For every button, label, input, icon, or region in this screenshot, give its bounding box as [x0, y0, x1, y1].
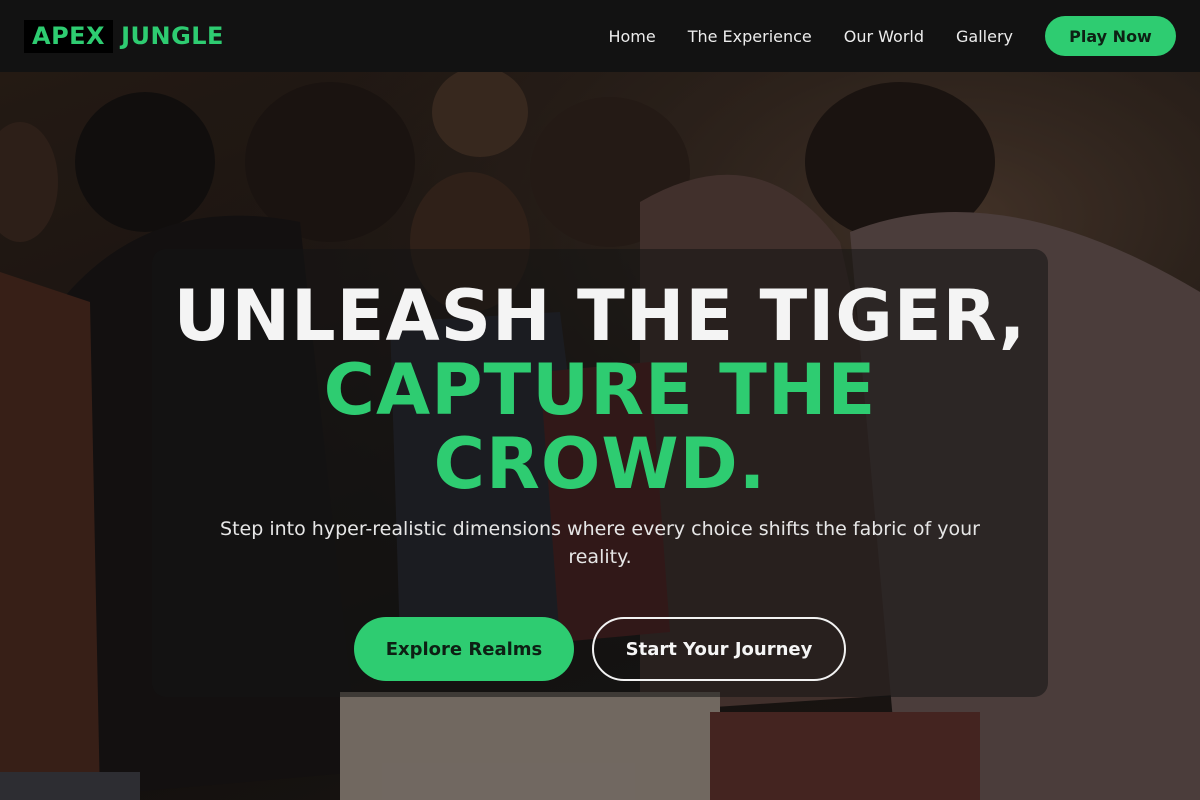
hero-headline: UNLEASH THE TIGER, CAPTURE THE CROWD. — [152, 279, 1048, 501]
nav-link-experience[interactable]: The Experience — [688, 27, 812, 46]
nav-link-home[interactable]: Home — [608, 27, 655, 46]
hero-cta-row: Explore Realms Start Your Journey — [152, 617, 1048, 681]
top-navbar: APEX JUNGLE Home The Experience Our Worl… — [0, 0, 1200, 72]
nav-link-gallery[interactable]: Gallery — [956, 27, 1013, 46]
headline-line-3: CROWD. — [433, 423, 767, 505]
headline-line-1: UNLEASH THE TIGER, — [173, 275, 1027, 357]
play-now-button[interactable]: Play Now — [1045, 16, 1176, 56]
hero-card: UNLEASH THE TIGER, CAPTURE THE CROWD. St… — [152, 249, 1048, 697]
explore-realms-button[interactable]: Explore Realms — [354, 617, 574, 681]
start-journey-button[interactable]: Start Your Journey — [592, 617, 846, 681]
main-nav: Home The Experience Our World Gallery Pl… — [608, 16, 1176, 56]
nav-link-our-world[interactable]: Our World — [844, 27, 924, 46]
logo-word-jungle: JUNGLE — [121, 22, 224, 50]
hero-subtext: Step into hyper-realistic dimensions whe… — [220, 518, 980, 568]
brand-logo[interactable]: APEX JUNGLE — [24, 19, 224, 53]
headline-line-2: CAPTURE THE — [323, 349, 877, 431]
logo-word-apex: APEX — [24, 19, 114, 53]
